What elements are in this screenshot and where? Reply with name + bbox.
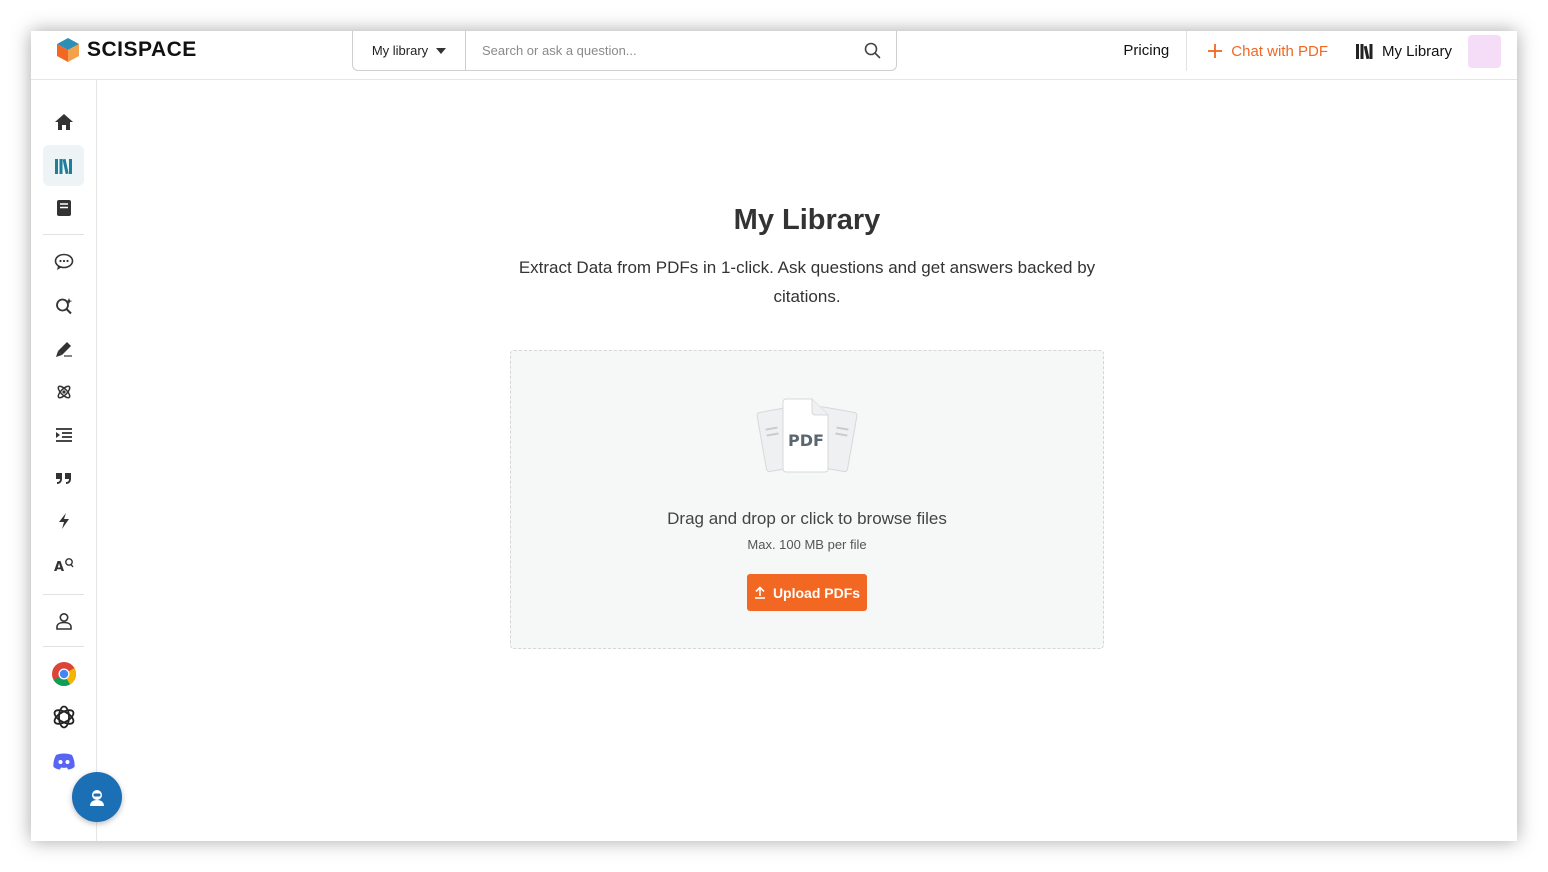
brand-logo[interactable]: SCISPACE bbox=[55, 35, 197, 65]
chat-with-pdf-label: Chat with PDF bbox=[1231, 42, 1328, 60]
quote-icon bbox=[55, 472, 71, 484]
page-title: My Library bbox=[733, 204, 881, 236]
header-nav: Pricing Chat with PDF My Library bbox=[1123, 31, 1517, 71]
outline-icon bbox=[55, 427, 72, 442]
support-agent-icon bbox=[90, 790, 104, 806]
search-icon bbox=[864, 42, 880, 59]
dropzone-title: Drag and drop or click to browse files bbox=[667, 509, 947, 528]
chrome-icon bbox=[51, 661, 76, 686]
sidebar-item-home[interactable] bbox=[43, 101, 84, 142]
sidebar-item-extract[interactable] bbox=[43, 500, 84, 541]
search-button[interactable] bbox=[848, 31, 896, 70]
sidebar-item-chat[interactable] bbox=[43, 241, 84, 282]
upload-pdfs-label: Upload PDFs bbox=[772, 584, 861, 601]
lightning-icon bbox=[58, 512, 69, 529]
sidebar-divider bbox=[43, 646, 84, 647]
support-chat-button[interactable] bbox=[72, 772, 122, 822]
search-input[interactable] bbox=[466, 31, 848, 70]
home-icon bbox=[54, 113, 73, 130]
chat-with-pdf-link[interactable]: Chat with PDF bbox=[1187, 43, 1356, 60]
atom-icon bbox=[57, 385, 70, 398]
sidebar: A bbox=[31, 80, 97, 841]
user-icon bbox=[55, 612, 72, 630]
library-scope-value: My library bbox=[371, 43, 429, 58]
app-window: SCISPACE My library Pricing bbox=[31, 31, 1517, 841]
sidebar-item-concepts[interactable] bbox=[43, 371, 84, 412]
page-subtitle: Extract Data from PDFs in 1-click. Ask q… bbox=[518, 258, 1096, 306]
openai-icon bbox=[53, 705, 74, 728]
top-header: SCISPACE My library Pricing bbox=[31, 31, 1517, 80]
svg-text:A: A bbox=[54, 560, 64, 574]
sidebar-item-library[interactable] bbox=[43, 145, 84, 186]
library-books-icon bbox=[1355, 44, 1373, 59]
sidebar-item-ai-detector[interactable]: A bbox=[43, 544, 84, 585]
sidebar-item-citations[interactable] bbox=[43, 457, 84, 498]
avatar[interactable] bbox=[1468, 34, 1501, 68]
discord-icon bbox=[52, 753, 75, 769]
dropzone-limit-text: Max. 100 MB per file bbox=[747, 537, 867, 552]
sidebar-item-writer[interactable] bbox=[43, 328, 84, 369]
sidebar-item-account[interactable] bbox=[43, 600, 84, 641]
sidebar-item-literature-search[interactable] bbox=[43, 285, 84, 326]
sidebar-item-discord[interactable] bbox=[43, 740, 84, 781]
pdf-illustration-label: PDF bbox=[788, 431, 824, 450]
pen-icon bbox=[55, 341, 72, 357]
search-bar: My library bbox=[352, 31, 897, 71]
my-library-label: My Library bbox=[1381, 42, 1452, 60]
sidebar-divider bbox=[43, 594, 84, 595]
sidebar-item-notebook[interactable] bbox=[43, 187, 84, 228]
library-scope-select[interactable]: My library bbox=[353, 31, 466, 70]
notebook-icon bbox=[56, 199, 71, 216]
sidebar-item-outline[interactable] bbox=[43, 414, 84, 455]
search-literature-icon bbox=[55, 297, 72, 314]
pricing-link[interactable]: Pricing bbox=[1123, 31, 1188, 71]
ai-detector-icon: A bbox=[54, 557, 74, 574]
upload-icon bbox=[754, 586, 765, 599]
my-library-link[interactable]: My Library bbox=[1355, 42, 1452, 60]
sidebar-item-chatgpt-plugin[interactable] bbox=[43, 696, 84, 737]
scispace-logo-icon bbox=[57, 38, 79, 62]
upload-pdfs-button[interactable]: Upload PDFs bbox=[747, 574, 867, 611]
pdf-files-illustration: PDF bbox=[752, 397, 862, 479]
library-icon bbox=[54, 158, 72, 174]
sidebar-divider bbox=[43, 234, 84, 235]
plus-icon bbox=[1208, 44, 1223, 58]
brand-name: SCISPACE bbox=[87, 38, 197, 61]
caret-down-icon bbox=[436, 47, 447, 54]
sidebar-item-chrome-extension[interactable] bbox=[43, 653, 84, 694]
chat-icon bbox=[54, 253, 73, 270]
file-dropzone[interactable]: PDF Drag and drop or click to browse fil… bbox=[510, 350, 1104, 649]
main-content: My Library Extract Data from PDFs in 1-c… bbox=[97, 80, 1517, 841]
